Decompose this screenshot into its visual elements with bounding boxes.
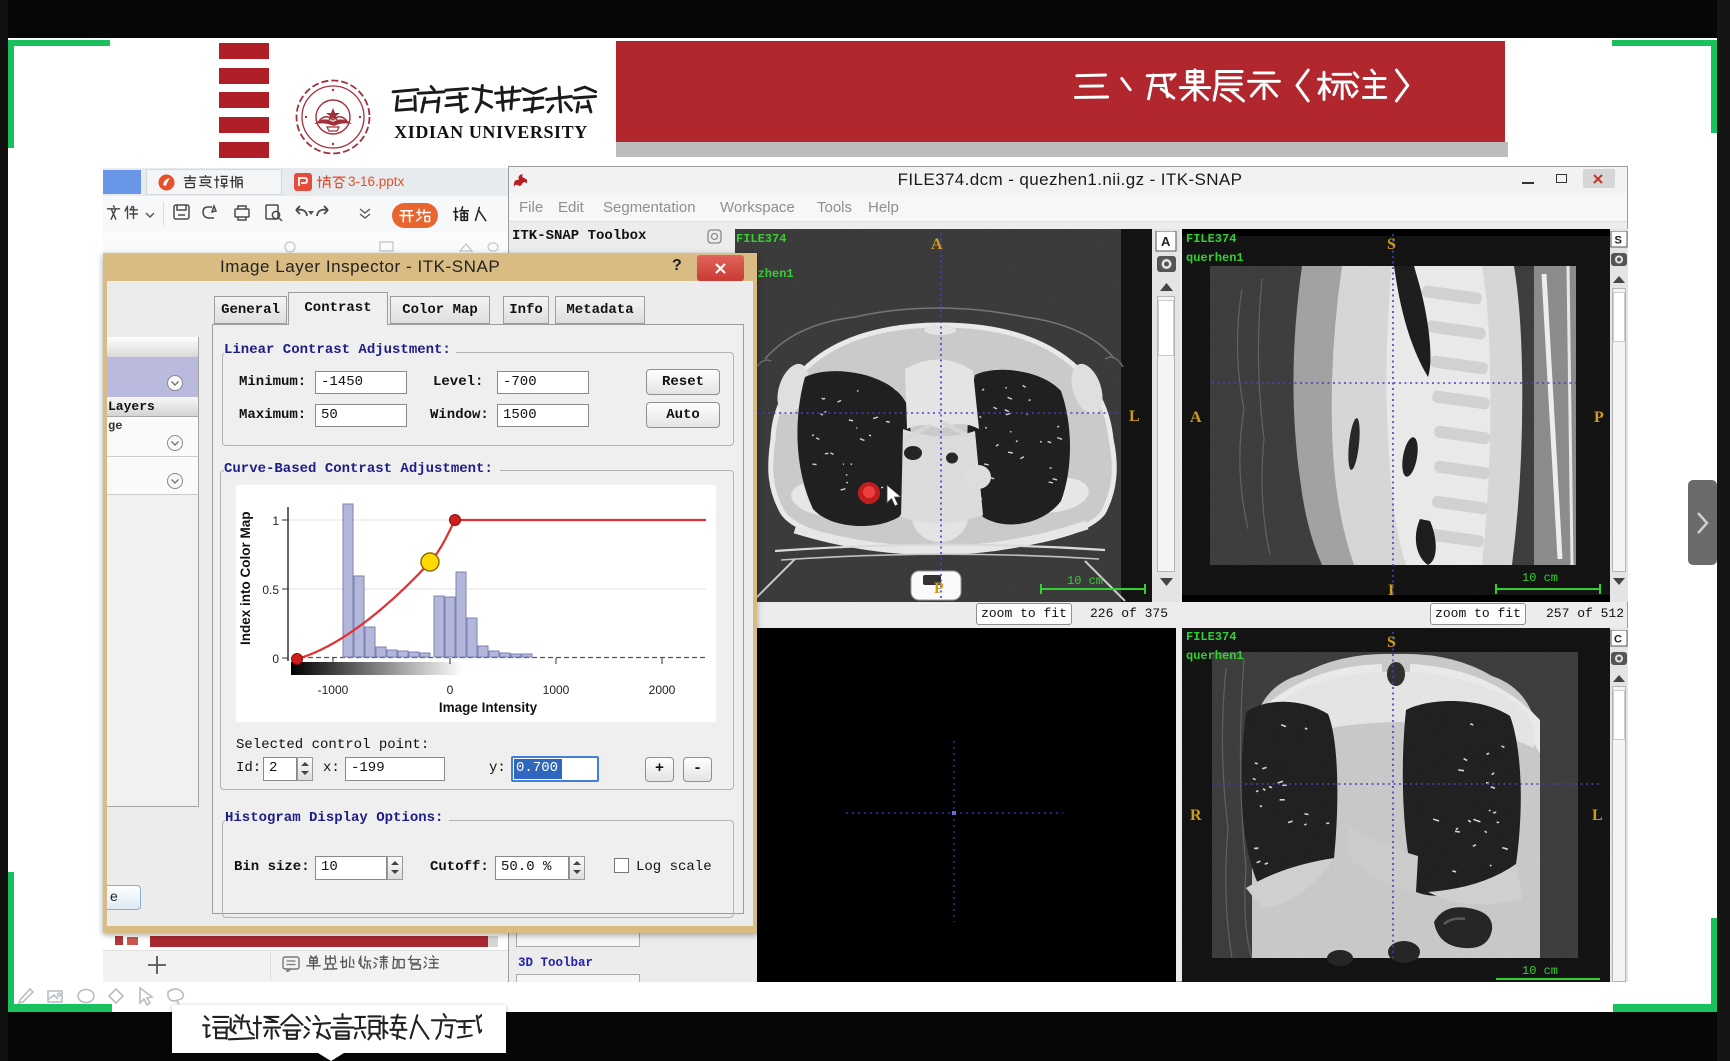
svg-text:A: A [1161,234,1171,249]
svg-text:R: R [1190,807,1202,824]
svg-text:A: A [1190,409,1202,426]
svg-text:querhen1: querhen1 [1186,649,1244,663]
svg-text:1: 1 [272,514,279,528]
svg-text:-1000: -1000 [318,683,349,697]
svg-text:A: A [931,236,943,253]
svg-text:S: S [1387,634,1396,651]
svg-text:I: I [1388,582,1394,599]
svg-text:P: P [1594,409,1604,426]
svg-text:10 cm: 10 cm [1067,574,1103,588]
svg-text:0: 0 [447,683,454,697]
svg-text:L: L [1129,408,1140,425]
svg-text:FILE374: FILE374 [1186,630,1236,644]
svg-text:0.5: 0.5 [262,583,279,597]
svg-text:L: L [1592,807,1603,824]
svg-text:10 cm: 10 cm [1522,571,1558,585]
svg-text:FILE374: FILE374 [1186,232,1236,246]
svg-text:C: C [1614,634,1622,646]
svg-text:FILE374: FILE374 [736,232,786,246]
svg-text:querhen1: querhen1 [1186,251,1244,265]
svg-text:Image Intensity: Image Intensity [439,700,538,715]
svg-text:P: P [934,580,944,597]
svg-text:S: S [1387,236,1396,253]
svg-text:0: 0 [272,652,279,666]
svg-text:Index into Color Map: Index into Color Map [238,512,253,646]
svg-text:10 cm: 10 cm [1522,964,1558,978]
svg-text:S: S [1615,235,1622,247]
svg-text:3D Toolbar: 3D Toolbar [518,956,593,970]
svg-text:1000: 1000 [543,683,570,697]
svg-text:2000: 2000 [649,683,676,697]
